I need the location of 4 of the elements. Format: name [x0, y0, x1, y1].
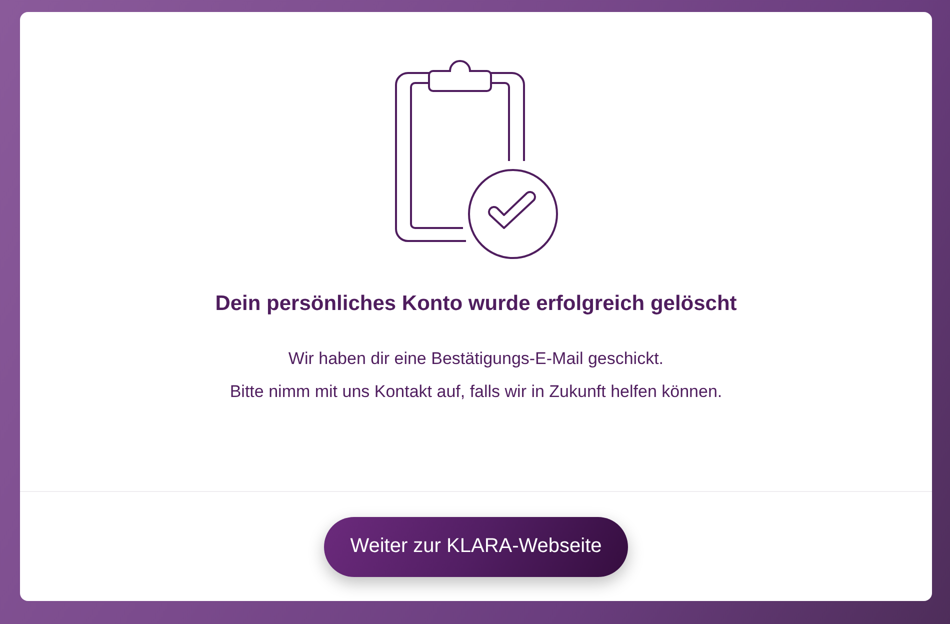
continue-button[interactable]: Weiter zur KLARA-Webseite [324, 516, 628, 576]
dialog-title: Dein persönliches Konto wurde erfolgreich gelöscht [215, 292, 737, 316]
message-text: Wir haben dir eine Bestätigungs-E-Mail geschickt. [288, 348, 664, 370]
message-text: Bitte nimm mit uns Kontakt auf, falls wir in Zukunft helfen können. [230, 381, 722, 403]
